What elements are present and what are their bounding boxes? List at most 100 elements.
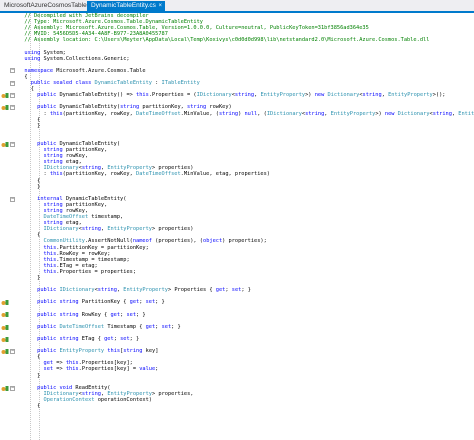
code-token: partitionKey, (142, 104, 188, 111)
code-token: string (18, 153, 66, 160)
code-token: string (123, 348, 146, 355)
code-token: rowKey) (209, 104, 232, 111)
code-line[interactable]: { (18, 403, 474, 409)
implements-icon[interactable] (1, 336, 9, 343)
implements-icon[interactable] (1, 92, 9, 99)
collapse-icon[interactable]: − (10, 196, 15, 202)
code-token: .AssertNotNull( (84, 238, 133, 245)
implements-icon[interactable] (1, 141, 9, 148)
collapse-icon[interactable]: − (10, 68, 15, 74)
code-line[interactable]: // Assembly location: C:\Users\Meyter\Ap… (18, 37, 474, 43)
code-token: DynamicTableEntity( (59, 104, 121, 111)
code-token: ReadEntity( (75, 384, 111, 391)
code-token: public (18, 287, 60, 294)
code-token: string (18, 220, 66, 227)
code-token: rowKey, (65, 208, 89, 214)
code-line[interactable]: public DynamicTableEntity() => this.Prop… (18, 92, 474, 98)
code-token: get (215, 287, 226, 294)
code-token: Dictionary (327, 92, 360, 99)
code-token: ITableEntity (161, 80, 200, 87)
code-token: RowKey { (81, 311, 111, 318)
code-line[interactable]: : this(partitionKey, rowKey, DateTimeOff… (18, 111, 474, 117)
code-token: string (18, 208, 66, 214)
collapse-icon[interactable]: − (10, 80, 15, 86)
code-token: internal (18, 195, 66, 202)
tab-dynamictableentity[interactable]: DynamicTableEntity.cs × (87, 1, 165, 11)
code-token: public string (18, 311, 82, 318)
code-token: > properties, (152, 390, 194, 397)
collapse-icon[interactable]: − (10, 385, 15, 391)
code-token: EntityProperty (330, 110, 376, 117)
collapse-icon[interactable]: − (10, 141, 15, 147)
code-token: string (218, 110, 239, 117)
close-icon[interactable]: × (158, 1, 162, 11)
implements-icon[interactable] (1, 299, 9, 306)
code-token: public (18, 348, 60, 355)
code-token: DynamicTableEntity( (59, 140, 121, 147)
code-token: .Properties[key]; (78, 360, 133, 367)
code-token: public void (18, 384, 76, 391)
code-token: string (18, 147, 66, 154)
code-token: IDictionary (43, 390, 79, 397)
code-token: partitionKey, (65, 201, 108, 208)
collapse-icon[interactable]: − (10, 349, 15, 354)
code-token: get (129, 299, 140, 306)
implements-icon[interactable] (1, 348, 9, 355)
implements-icon[interactable] (1, 324, 9, 331)
code-token: (partitionKey, rowKey, (62, 171, 137, 178)
code-token: , ( (257, 110, 267, 117)
code-token: null (244, 110, 258, 117)
code-token: >(); (432, 92, 446, 99)
code-token: public (18, 104, 60, 111)
code-token: string (18, 201, 66, 208)
code-token: > properties) (152, 226, 194, 233)
code-token: value (139, 366, 156, 373)
implements-icon[interactable] (1, 311, 9, 318)
code-token: DateTimeOffset (136, 171, 181, 178)
code-token: System.Collections.Generic; (43, 55, 130, 62)
code-token: IDictionary (266, 110, 302, 117)
code-token: ; } (155, 299, 165, 306)
code-token: (partitionKey, rowKey, (62, 110, 137, 117)
code-token: : (18, 110, 50, 117)
code-token: DateTimeOffset (43, 214, 89, 221)
code-editor[interactable]: // Decompiled with JetBrains decompiler … (18, 13, 474, 409)
code-token: (properties), ( (151, 238, 203, 245)
implements-icon[interactable] (1, 385, 9, 392)
code-token: string (81, 226, 101, 233)
code-token: string (187, 104, 210, 111)
code-token: } (18, 372, 41, 379)
implements-icon[interactable] (1, 104, 9, 111)
code-token: public (18, 92, 60, 99)
tab-nuspec[interactable]: MicrosoftAzureCosmosTable.nuspec (0, 1, 110, 11)
code-token: public sealed class (18, 80, 95, 87)
code-token: public string (18, 335, 82, 342)
code-token: => (56, 366, 66, 373)
code-token: { (18, 116, 41, 123)
code-token: Microsoft.Azure.Cosmos.Table (56, 67, 146, 74)
code-token: ; } (136, 311, 146, 318)
code-token: timestamp, (88, 214, 124, 221)
code-token: .RowKey = rowKey; (56, 250, 111, 257)
tab-dynamictableentity-label: DynamicTableEntity.cs (91, 2, 156, 9)
code-token: : (18, 171, 50, 178)
code-token: .ETag = etag; (56, 262, 98, 269)
code-token: new (314, 92, 328, 99)
code-token: this (65, 366, 79, 373)
code-token: { (18, 177, 41, 184)
code-token: string (234, 92, 255, 99)
code-token: } (18, 275, 41, 282)
code-token: this (49, 110, 63, 117)
code-token: // Assembly location: C:\Users\Meyter\Ap… (18, 37, 430, 44)
code-token: // Decompiled with JetBrains decompiler (18, 13, 149, 19)
collapse-icon[interactable]: − (10, 105, 15, 110)
code-token: ) properties); (222, 238, 267, 245)
code-token: // MVID: 5456D5D5-4A34-4A8F-B977-23A8A04… (18, 31, 168, 38)
code-token: string (81, 165, 101, 172)
collapse-icon[interactable]: − (10, 92, 15, 98)
code-token: : (151, 80, 162, 87)
code-token: IDictionary (43, 226, 79, 233)
code-token: >) (375, 110, 385, 117)
